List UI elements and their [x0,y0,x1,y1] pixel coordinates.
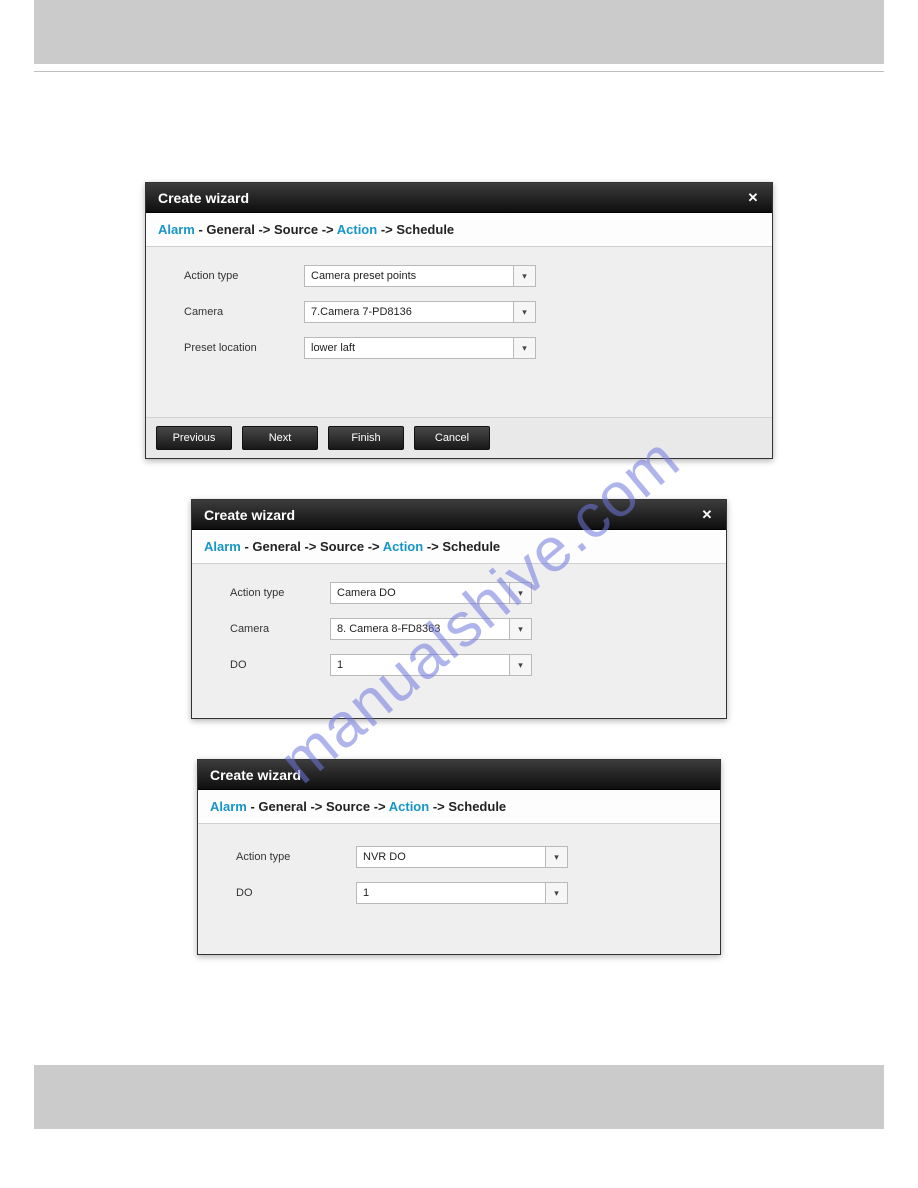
crumb-source: Source [326,799,370,814]
dialog-title: Create wizard [158,190,249,206]
crumb-general: General [206,222,254,237]
action-type-label: Action type [184,270,304,282]
action-type-label: Action type [230,587,330,599]
wizard-breadcrumb: Alarm - General -> Source -> Action -> S… [198,790,720,824]
camera-row: Camera 8. Camera 8-FD8363 ▾ [230,618,706,640]
chevron-down-icon[interactable]: ▾ [546,882,568,904]
preset-location-label: Preset location [184,342,304,354]
action-type-value: NVR DO [356,846,546,868]
crumb-sep: -> [255,222,274,237]
camera-value: 7.Camera 7-PD8136 [304,301,514,323]
do-row: DO 1 ▾ [236,882,700,904]
previous-button[interactable]: Previous [156,426,232,450]
wizard-form-body: Action type Camera DO ▾ Camera 8. Camera… [192,564,726,718]
crumb-sep: -> [307,799,326,814]
crumb-sep: -> [377,222,396,237]
do-value: 1 [356,882,546,904]
crumb-alarm: Alarm [204,539,241,554]
crumb-alarm: Alarm [158,222,195,237]
create-wizard-dialog-1: Create wizard ✕ Alarm - General -> Sourc… [145,182,773,459]
dialog-title: Create wizard [204,507,295,523]
do-label: DO [236,887,356,899]
wizard-breadcrumb: Alarm - General -> Source -> Action -> S… [192,530,726,564]
do-value: 1 [330,654,510,676]
action-type-select[interactable]: Camera DO ▾ [330,582,532,604]
do-label: DO [230,659,330,671]
crumb-schedule: Schedule [396,222,454,237]
camera-label: Camera [230,623,330,635]
camera-row: Camera 7.Camera 7-PD8136 ▾ [184,301,752,323]
cancel-button[interactable]: Cancel [414,426,490,450]
do-row: DO 1 ▾ [230,654,706,676]
crumb-dash: - [247,799,259,814]
camera-label: Camera [184,306,304,318]
close-icon[interactable]: ✕ [746,190,760,206]
action-type-value: Camera DO [330,582,510,604]
dialog-titlebar: Create wizard ✕ [146,183,772,213]
wizard-breadcrumb: Alarm - General -> Source -> Action -> S… [146,213,772,247]
chevron-down-icon[interactable]: ▾ [514,337,536,359]
crumb-sep: -> [429,799,448,814]
camera-value: 8. Camera 8-FD8363 [330,618,510,640]
crumb-sep: -> [318,222,337,237]
do-select[interactable]: 1 ▾ [356,882,568,904]
crumb-general: General [258,799,306,814]
preset-location-value: lower laft [304,337,514,359]
do-select[interactable]: 1 ▾ [330,654,532,676]
next-button[interactable]: Next [242,426,318,450]
chevron-down-icon[interactable]: ▾ [514,265,536,287]
chevron-down-icon[interactable]: ▾ [514,301,536,323]
crumb-sep: -> [301,539,320,554]
preset-location-select[interactable]: lower laft ▾ [304,337,536,359]
action-type-value: Camera preset points [304,265,514,287]
crumb-source: Source [274,222,318,237]
create-wizard-dialog-2: Create wizard ✕ Alarm - General -> Sourc… [191,499,727,719]
crumb-action: Action [383,539,423,554]
crumb-sep: -> [370,799,389,814]
chevron-down-icon[interactable]: ▾ [546,846,568,868]
create-wizard-dialog-3: Create wizard Alarm - General -> Source … [197,759,721,955]
camera-select[interactable]: 7.Camera 7-PD8136 ▾ [304,301,536,323]
chevron-down-icon[interactable]: ▾ [510,654,532,676]
wizard-button-bar: Previous Next Finish Cancel [146,417,772,458]
action-type-row: Action type Camera DO ▾ [230,582,706,604]
crumb-source: Source [320,539,364,554]
crumb-schedule: Schedule [448,799,506,814]
action-type-row: Action type Camera preset points ▾ [184,265,752,287]
close-icon[interactable]: ✕ [700,507,714,523]
crumb-alarm: Alarm [210,799,247,814]
page-content: Create wizard ✕ Alarm - General -> Sourc… [0,72,918,955]
chevron-down-icon[interactable]: ▾ [510,582,532,604]
crumb-action: Action [389,799,429,814]
action-type-label: Action type [236,851,356,863]
action-type-select[interactable]: NVR DO ▾ [356,846,568,868]
page-header-bar [34,0,884,64]
crumb-action: Action [337,222,377,237]
page-footer-bar [34,1065,884,1129]
crumb-general: General [252,539,300,554]
wizard-form-body: Action type NVR DO ▾ DO 1 ▾ [198,824,720,954]
wizard-form-body: Action type Camera preset points ▾ Camer… [146,247,772,417]
crumb-sep: -> [423,539,442,554]
finish-button[interactable]: Finish [328,426,404,450]
preset-location-row: Preset location lower laft ▾ [184,337,752,359]
crumb-schedule: Schedule [442,539,500,554]
crumb-dash: - [195,222,207,237]
chevron-down-icon[interactable]: ▾ [510,618,532,640]
crumb-dash: - [241,539,253,554]
dialog-titlebar: Create wizard [198,760,720,790]
dialog-titlebar: Create wizard ✕ [192,500,726,530]
dialog-title: Create wizard [210,767,301,783]
camera-select[interactable]: 8. Camera 8-FD8363 ▾ [330,618,532,640]
crumb-sep: -> [364,539,383,554]
action-type-select[interactable]: Camera preset points ▾ [304,265,536,287]
action-type-row: Action type NVR DO ▾ [236,846,700,868]
